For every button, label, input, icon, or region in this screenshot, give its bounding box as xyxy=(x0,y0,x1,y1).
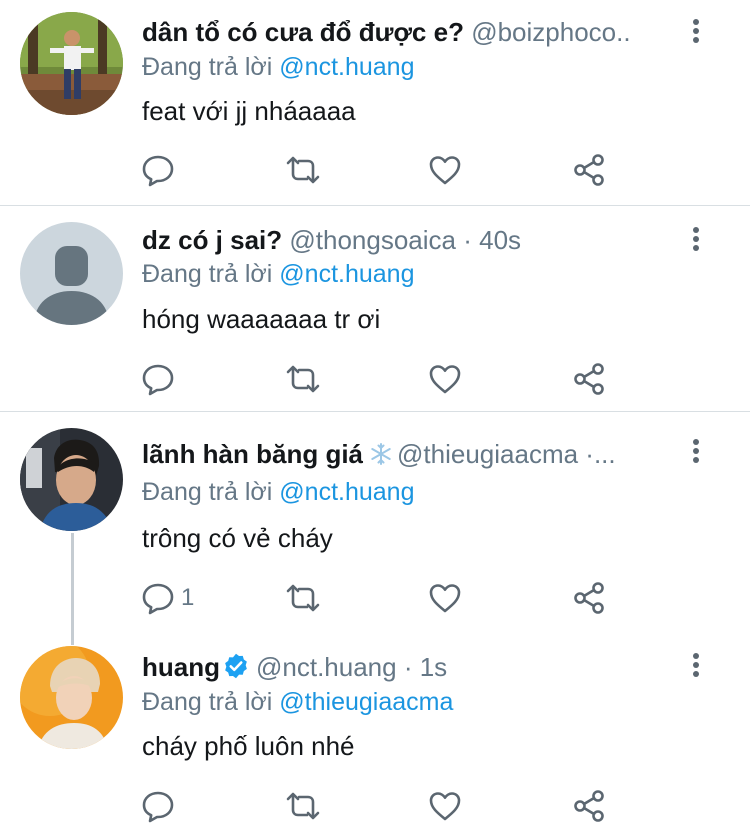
snowflake-icon xyxy=(371,443,391,465)
replying-to-label: Đang trả lời xyxy=(142,53,273,81)
tweet-header: huang @nct.huang · 1s xyxy=(142,647,680,687)
share-icon xyxy=(574,363,604,395)
display-name[interactable]: dz có j sai? xyxy=(142,225,282,255)
like-button[interactable] xyxy=(428,361,462,397)
tweet-header: dz có j sai? @thongsoaica · 40s xyxy=(142,220,680,260)
tweet[interactable]: dân tổ có cưa đổ được e? @boizphoco.. Đa… xyxy=(0,0,750,205)
more-vertical-icon[interactable] xyxy=(688,224,704,260)
reply-button[interactable]: 1 xyxy=(141,580,194,616)
tweet-text: feat với jj nháaaaa xyxy=(142,96,356,126)
handle-and-time[interactable]: @boizphoco.. xyxy=(471,17,630,47)
tweet-text: trông có vẻ cháy xyxy=(142,523,333,553)
like-button[interactable] xyxy=(428,152,462,188)
reply-count: 1 xyxy=(181,584,195,611)
more-vertical-icon[interactable] xyxy=(688,16,704,52)
like-button[interactable] xyxy=(428,580,462,616)
share-icon xyxy=(574,154,604,186)
retweet-icon xyxy=(286,365,320,393)
avatar[interactable] xyxy=(20,646,123,749)
heart-icon xyxy=(429,584,461,613)
more-vertical-icon[interactable] xyxy=(688,436,704,472)
reply-icon xyxy=(142,583,174,615)
replying-to-handle[interactable]: @thieugiaacma xyxy=(279,688,453,716)
retweet-button[interactable] xyxy=(285,152,321,188)
heart-icon xyxy=(429,365,461,394)
retweet-button[interactable] xyxy=(285,788,321,824)
tweet[interactable]: lãnh hàn băng giá @thieugiaacma ·... Đan… xyxy=(0,412,750,634)
tweet[interactable]: huang @nct.huang · 1s Đang trả lời @thie… xyxy=(0,634,750,836)
display-name[interactable]: dân tổ có cưa đổ được e? xyxy=(142,17,464,47)
replying-to-label: Đang trả lời xyxy=(142,260,273,288)
share-button[interactable] xyxy=(572,152,606,188)
replying-to: Đang trả lời @thieugiaacma xyxy=(142,684,453,720)
handle-and-time[interactable]: @thieugiaacma ·... xyxy=(397,439,616,469)
retweet-icon xyxy=(286,156,320,184)
reply-button[interactable] xyxy=(141,788,181,824)
replying-to-label: Đang trả lời xyxy=(142,478,273,506)
share-icon xyxy=(574,790,604,822)
like-button[interactable] xyxy=(428,788,462,824)
reply-icon xyxy=(142,155,174,187)
more-vertical-icon[interactable] xyxy=(688,650,704,686)
retweet-icon xyxy=(286,792,320,820)
replying-to: Đang trả lời @nct.huang xyxy=(142,256,415,292)
handle-and-time[interactable]: @nct.huang · 1s xyxy=(256,652,447,682)
reply-icon xyxy=(142,791,174,823)
reply-button[interactable] xyxy=(141,152,181,188)
tweet-header: lãnh hàn băng giá @thieugiaacma ·... xyxy=(142,434,680,474)
share-icon xyxy=(574,582,604,614)
replying-to-handle[interactable]: @nct.huang xyxy=(279,260,414,288)
share-button[interactable] xyxy=(572,361,606,397)
replying-to-handle[interactable]: @nct.huang xyxy=(279,478,414,506)
heart-icon xyxy=(429,156,461,185)
avatar[interactable] xyxy=(20,428,123,531)
retweet-button[interactable] xyxy=(285,361,321,397)
handle-and-time[interactable]: @thongsoaica · 40s xyxy=(289,225,521,255)
verified-badge-icon xyxy=(225,653,247,679)
display-name[interactable]: huang xyxy=(142,652,220,682)
avatar[interactable] xyxy=(20,222,123,325)
reply-button[interactable] xyxy=(141,361,181,397)
reply-feed: dân tổ có cưa đổ được e? @boizphoco.. Đa… xyxy=(0,0,750,836)
replying-to-handle[interactable]: @nct.huang xyxy=(279,53,414,81)
retweet-icon xyxy=(286,584,320,612)
tweet-header: dân tổ có cưa đổ được e? @boizphoco.. xyxy=(142,12,680,52)
avatar[interactable] xyxy=(20,12,123,115)
retweet-button[interactable] xyxy=(285,580,321,616)
tweet-text: cháy phố luôn nhé xyxy=(142,731,355,761)
reply-icon xyxy=(142,364,174,396)
display-name[interactable]: lãnh hàn băng giá xyxy=(142,439,363,469)
replying-to-label: Đang trả lời xyxy=(142,688,273,716)
tweet[interactable]: dz có j sai? @thongsoaica · 40s Đang trả… xyxy=(0,206,750,411)
share-button[interactable] xyxy=(572,788,606,824)
heart-icon xyxy=(429,792,461,821)
tweet-text: hóng waaaaaaa tr ơi xyxy=(142,304,381,334)
replying-to: Đang trả lời @nct.huang xyxy=(142,474,415,510)
share-button[interactable] xyxy=(572,580,606,616)
replying-to: Đang trả lời @nct.huang xyxy=(142,49,415,85)
